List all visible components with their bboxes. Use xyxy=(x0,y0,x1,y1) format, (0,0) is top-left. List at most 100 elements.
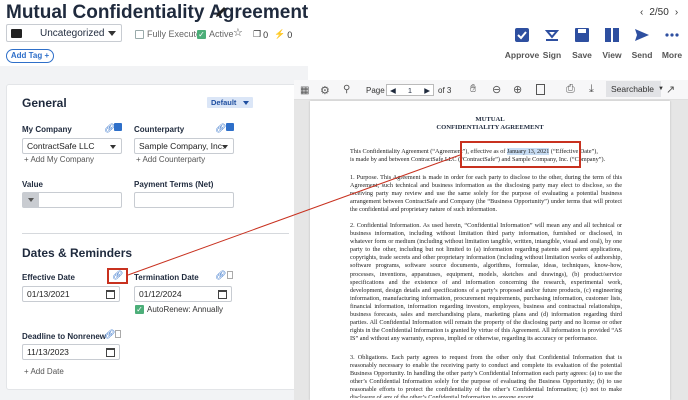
link-icon[interactable]: 🔗︎ xyxy=(215,270,226,281)
add-date-link[interactable]: + Add Date xyxy=(24,367,64,376)
effective-date-label: Effective Date xyxy=(22,273,75,282)
zoom-in-icon[interactable]: ⊕ xyxy=(513,83,522,96)
send-button[interactable]: Send xyxy=(627,26,657,60)
autorenew-label: AutoRenew: Annually xyxy=(147,305,224,314)
active-checkbox[interactable]: ✓ Active xyxy=(197,29,234,39)
add-tag-button[interactable]: Add Tag + xyxy=(6,49,54,63)
add-counterparty-link[interactable]: + Add Counterparty xyxy=(136,155,205,164)
doc-paragraph-2: 2. Confidential Information. As used her… xyxy=(350,222,622,343)
deadline-label: Deadline to Nonrenew xyxy=(22,332,107,341)
add-my-company-link[interactable]: + Add My Company xyxy=(24,155,94,164)
termination-date-input[interactable]: 01/12/2024 xyxy=(134,286,232,302)
fully-executed-checkbox[interactable]: Fully Executed xyxy=(135,29,206,39)
approve-label: Approve xyxy=(504,50,540,60)
my-company-select[interactable]: ContractSafe LLC xyxy=(22,138,122,154)
hand-icon[interactable]: ✋︎ xyxy=(470,83,476,96)
active-label: Active xyxy=(209,29,234,39)
checkmark-icon: ✓ xyxy=(135,305,144,314)
send-label: Send xyxy=(631,50,653,60)
effective-date-input[interactable]: 01/13/2021 xyxy=(22,286,120,302)
page-total: of 3 xyxy=(438,86,452,95)
chevron-right-icon[interactable]: › xyxy=(675,7,678,18)
zoom-out-icon[interactable]: ⊖ xyxy=(492,83,501,96)
deadline-value: 11/13/2023 xyxy=(27,347,69,357)
search-icon[interactable]: ⚲ xyxy=(343,84,350,95)
view-button[interactable]: View xyxy=(597,26,627,60)
calendar-icon[interactable] xyxy=(106,290,115,299)
user-icon[interactable] xyxy=(114,123,122,131)
flash-count-value: 0 xyxy=(287,29,293,40)
chevron-right-icon[interactable]: ▶ xyxy=(424,86,430,95)
flash-icon: ⚡ xyxy=(274,29,286,39)
more-button[interactable]: More xyxy=(657,26,687,60)
save-button[interactable]: Save xyxy=(567,26,597,60)
general-heading: General xyxy=(22,96,67,110)
doc-paragraph-1: 1. Purpose. This Agreement is made in or… xyxy=(350,174,622,214)
download-icon[interactable]: ⤓ xyxy=(589,83,594,96)
checkmark-icon: ✓ xyxy=(197,29,206,39)
payment-terms-input[interactable] xyxy=(134,192,234,208)
chevron-left-icon[interactable]: ‹ xyxy=(640,7,643,18)
star-icon[interactable]: ☆ xyxy=(233,26,243,39)
fit-page-icon[interactable] xyxy=(536,84,545,95)
sign-button[interactable]: Sign xyxy=(537,26,567,60)
calendar-icon[interactable] xyxy=(218,290,227,299)
chevron-left-icon[interactable]: ◀ xyxy=(390,86,396,95)
user-icon[interactable] xyxy=(226,123,234,131)
dates-heading: Dates & Reminders xyxy=(22,246,133,260)
currency-dropdown[interactable] xyxy=(23,193,39,207)
page-input[interactable]: ◀ 1 ▶ xyxy=(386,84,434,96)
calendar-icon[interactable] xyxy=(106,348,115,357)
counterparty-label: Counterparty xyxy=(134,125,185,134)
folder-icon xyxy=(11,28,22,38)
pencil-icon[interactable] xyxy=(214,5,228,19)
gear-icon[interactable]: ⚙ xyxy=(320,84,330,97)
document-icon[interactable] xyxy=(227,271,233,279)
link-icon[interactable]: 🔗︎ xyxy=(104,329,115,340)
send-icon xyxy=(635,29,649,41)
doc-paragraph-3: 3. Obligations. Each party agrees to req… xyxy=(350,354,622,398)
chevron-down-icon xyxy=(222,145,228,149)
approve-button[interactable]: Approve xyxy=(504,26,540,60)
autorenew-checkbox[interactable]: ✓ AutoRenew: Annually xyxy=(135,305,223,314)
external-link-icon[interactable]: ↗ xyxy=(666,83,675,96)
payment-terms-label: Payment Terms (Net) xyxy=(134,180,214,189)
more-icon xyxy=(665,33,679,37)
pager: ‹ 2/50 › xyxy=(640,7,678,18)
documents-count[interactable]: ❐ 0 xyxy=(253,29,268,40)
folder-select[interactable]: Uncategorized xyxy=(6,24,122,42)
divider xyxy=(22,233,289,234)
action-toolbar: Approve Sign Save View Send More xyxy=(504,26,687,60)
value-label: Value xyxy=(22,180,43,189)
default-dropdown[interactable]: Default xyxy=(207,97,253,108)
chevron-down-icon xyxy=(243,101,249,105)
page-value: 1 xyxy=(407,85,413,95)
document-icon[interactable] xyxy=(115,330,121,338)
pager-count: 2/50 xyxy=(649,7,669,18)
link-icon[interactable]: 🔗︎ xyxy=(112,270,123,281)
documents-icon: ❐ xyxy=(253,29,262,39)
chevron-down-icon xyxy=(110,145,116,149)
value-input[interactable] xyxy=(22,192,122,208)
doc-title-2: CONFIDENTIALITY AGREEMENT xyxy=(436,124,544,131)
searchable-dropdown[interactable]: Searchable ▼ xyxy=(606,81,664,97)
more-label: More xyxy=(661,50,683,60)
chevron-down-icon xyxy=(28,198,34,202)
print-icon[interactable]: ⎙ xyxy=(566,83,575,96)
default-label: Default xyxy=(211,98,237,107)
deadline-input[interactable]: 11/13/2023 xyxy=(22,344,120,360)
searchable-label: Searchable xyxy=(611,84,655,94)
sign-icon xyxy=(544,30,560,41)
counterparty-select[interactable]: Sample Company, Inc. xyxy=(134,138,234,154)
effective-date-value: 01/13/2021 xyxy=(27,289,70,299)
doc-title-1: MUTUAL xyxy=(475,116,505,123)
my-company-value: ContractSafe LLC xyxy=(27,141,95,151)
page-title: Mutual Confidentiality Agreement xyxy=(6,2,309,23)
flash-count[interactable]: ⚡ 0 xyxy=(274,29,292,40)
save-label: Save xyxy=(572,50,592,60)
chevron-down-icon xyxy=(108,31,116,36)
thumbnails-icon[interactable]: ▦ xyxy=(300,85,309,96)
link-icon[interactable]: 🔗︎ xyxy=(215,123,226,134)
checkbox-icon xyxy=(135,29,144,39)
view-label: View xyxy=(602,50,622,60)
